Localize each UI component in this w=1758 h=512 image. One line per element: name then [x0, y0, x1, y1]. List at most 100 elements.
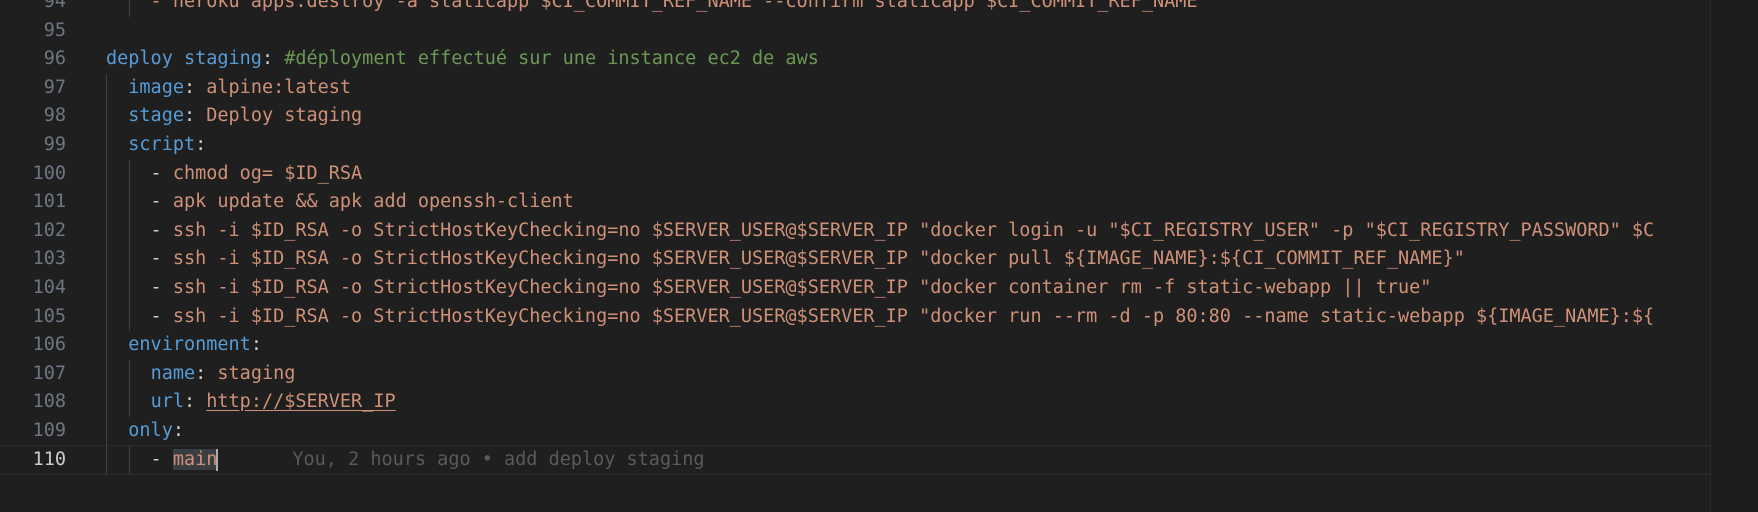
code-line[interactable]: 102 - ssh -i $ID_RSA -o StrictHostKeyChe…: [0, 216, 1711, 246]
indent-guide: [106, 416, 107, 446]
code-token: name: [150, 362, 196, 384]
code-text[interactable]: deploy staging: #déployment effectué sur…: [106, 45, 1711, 74]
code-text[interactable]: - ssh -i $ID_RSA -o StrictHostKeyCheckin…: [106, 245, 1711, 274]
code-token: image: [128, 76, 184, 98]
line-number: 109: [32, 419, 66, 441]
code-line[interactable]: 103 - ssh -i $ID_RSA -o StrictHostKeyChe…: [0, 245, 1711, 274]
git-blame-annotation: You, 2 hours ago • add deploy staging: [292, 448, 705, 470]
indent-guide: [106, 445, 107, 475]
code-line[interactable]: 109 only:: [0, 416, 1711, 446]
indent-guide: [106, 245, 107, 274]
line-number: 106: [32, 334, 66, 356]
indent-guide: [106, 159, 107, 189]
code-line[interactable]: 100 - chmod og= $ID_RSA: [0, 159, 1711, 189]
code-text[interactable]: - apk update && apk add openssh-client: [106, 188, 1711, 217]
code-token: url: [150, 391, 184, 413]
code-text[interactable]: environment:: [106, 331, 1711, 360]
code-token: :: [261, 48, 285, 70]
code-token: environment: [128, 334, 251, 356]
indent-guide: [106, 73, 107, 103]
code-token: :: [195, 362, 218, 384]
indent-guide: [129, 0, 130, 17]
code-token: staging: [217, 362, 296, 384]
code-line[interactable]: 99 script:: [0, 130, 1711, 160]
indent-guide: [129, 445, 130, 475]
code-token: main: [172, 448, 218, 470]
code-line[interactable]: 98 stage: Deploy staging: [0, 102, 1711, 131]
code-text[interactable]: - ssh -i $ID_RSA -o StrictHostKeyCheckin…: [106, 274, 1711, 303]
line-number: 104: [32, 276, 66, 298]
line-number: 107: [32, 362, 66, 384]
horizontal-scrollbar[interactable]: [0, 498, 1711, 512]
code-token: #déployment effectué sur une instance ec…: [284, 48, 819, 70]
editor-lines[interactable]: 94 - heroku apps:destroy -a staticapp $C…: [0, 0, 1712, 476]
code-token: :: [195, 133, 207, 155]
indent-guide: [129, 388, 130, 417]
vertical-scrollbar[interactable]: [1710, 0, 1758, 512]
code-text[interactable]: - ssh -i $ID_RSA -o StrictHostKeyCheckin…: [106, 303, 1711, 332]
code-token: :: [183, 76, 207, 98]
code-token: Deploy staging: [206, 105, 363, 127]
code-token: ssh -i $ID_RSA -o StrictHostKeyChecking=…: [172, 276, 1432, 298]
indent-guide: [129, 216, 130, 246]
code-text[interactable]: - heroku apps:destroy -a staticapp $CI_C…: [106, 0, 1711, 17]
code-line[interactable]: 97 image: alpine:latest: [0, 73, 1711, 103]
line-number: 96: [43, 48, 66, 70]
indent-guide: [129, 359, 130, 389]
code-line[interactable]: 105 - ssh -i $ID_RSA -o StrictHostKeyChe…: [0, 302, 1711, 332]
line-number: 101: [32, 191, 66, 213]
current-line[interactable]: 110 - main You, 2 hours ago • add deploy …: [0, 444, 1712, 476]
code-token: only: [128, 419, 173, 441]
code-text[interactable]: only:: [106, 417, 1711, 446]
code-token: alpine:latest: [206, 76, 352, 98]
code-text[interactable]: - chmod og= $ID_RSA: [106, 160, 1711, 189]
code-line[interactable]: 108 url: http://$SERVER_IP: [0, 388, 1711, 417]
code-line[interactable]: 94 - heroku apps:destroy -a staticapp $C…: [0, 0, 1711, 17]
code-token: script: [128, 133, 196, 155]
indent-guide: [106, 216, 107, 246]
indent-guide: [106, 302, 107, 332]
code-line[interactable]: 101 - apk update && apk add openssh-clie…: [0, 188, 1711, 217]
line-number: 108: [32, 391, 66, 413]
line-number: 94: [43, 0, 66, 12]
code-line[interactable]: 95: [0, 17, 1711, 46]
code-token: ssh -i $ID_RSA -o StrictHostKeyChecking=…: [172, 248, 1465, 270]
code-token: -: [106, 219, 173, 241]
indent-guide: [106, 188, 107, 217]
indent-guide: [106, 331, 107, 360]
text-cursor: [216, 448, 219, 471]
indent-guide: [129, 302, 130, 332]
code-editor[interactable]: 94 - heroku apps:destroy -a staticapp $C…: [0, 0, 1758, 512]
code-token: -: [106, 276, 173, 298]
url-link[interactable]: http://$SERVER_IP: [206, 391, 395, 412]
code-token: -: [106, 248, 173, 270]
code-token: apk update && apk add openssh-client: [172, 191, 574, 213]
code-line[interactable]: 106 environment:: [0, 331, 1711, 360]
line-number: 98: [43, 105, 66, 127]
code-line[interactable]: 96 deploy staging: #déployment effectué s…: [0, 45, 1711, 74]
line-number: 99: [43, 133, 66, 155]
code-text[interactable]: stage: Deploy staging: [106, 102, 1711, 131]
line-number: 100: [32, 162, 66, 184]
line-number: 102: [32, 219, 66, 241]
code-token: :: [172, 419, 184, 441]
code-token: ssh -i $ID_RSA -o StrictHostKeyChecking=…: [172, 219, 1655, 241]
code-text[interactable]: url: http://$SERVER_IP: [106, 388, 1711, 417]
code-token: -: [106, 191, 173, 213]
code-line[interactable]: 104 - ssh -i $ID_RSA -o StrictHostKeyChe…: [0, 273, 1711, 303]
code-text[interactable]: - ssh -i $ID_RSA -o StrictHostKeyCheckin…: [106, 217, 1711, 246]
code-line[interactable]: 107 name: staging: [0, 359, 1711, 389]
code-text[interactable]: image: alpine:latest: [106, 74, 1711, 103]
indent-guide: [106, 273, 107, 303]
code-token: ssh -i $ID_RSA -o StrictHostKeyChecking=…: [172, 305, 1655, 327]
code-text[interactable]: name: staging: [106, 360, 1711, 389]
code-text[interactable]: - main You, 2 hours ago • add deploy stag…: [106, 446, 1711, 475]
code-token: stage: [128, 105, 184, 127]
code-text[interactable]: script:: [106, 131, 1711, 160]
code-token: - heroku apps:destroy -a staticapp $CI_C…: [106, 0, 1198, 12]
